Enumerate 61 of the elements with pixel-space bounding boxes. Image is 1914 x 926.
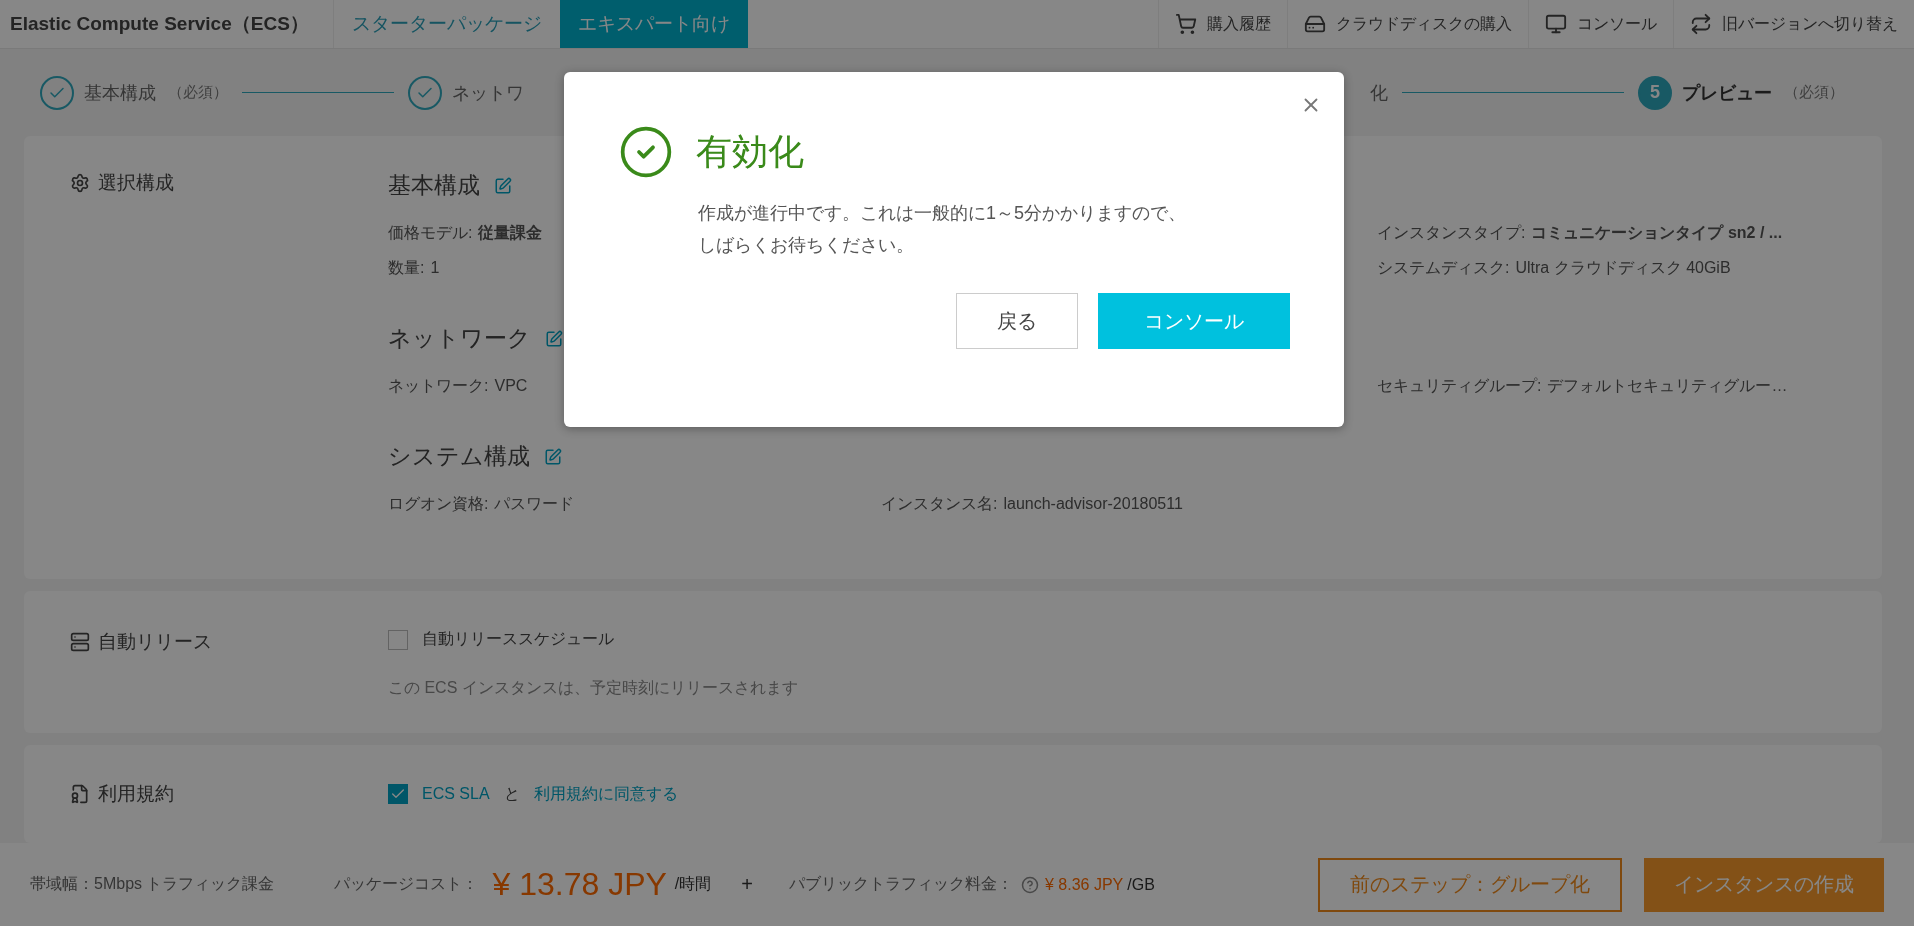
header-link[interactable]: 購入履歴 [1158,0,1287,48]
joiner-text: と [503,783,520,804]
traffic-cost-label: パブリックトラフィック料金： [788,874,1013,894]
card-label: 自動リリース [98,630,212,654]
card-label: 利用規約 [98,782,174,806]
create-instance-button[interactable]: インスタンスの作成 [1644,857,1884,912]
config-item: 数量: 1 [388,258,440,278]
checkbox[interactable] [388,629,408,650]
back-button[interactable]: 戻る [956,293,1078,349]
checkbox[interactable] [388,784,408,804]
config-item: インスタンス名: launch-advisor-20180511 [881,494,1183,514]
package-cost-label: パッケージコスト： [334,874,479,894]
dialog-message: 作成が進行中です。これは一般的に1～5分かかりますので、 しばらくお待ちください。 [698,202,1188,257]
step-label: ネットワ [452,81,524,105]
section-title: 基本構成 [388,171,480,200]
step-label: プレビュー [1682,81,1772,105]
config-item: システムディスク: Ultra クラウドディスク 40GiB [1377,258,1731,278]
step-note: （必須） [168,83,228,102]
price-unit: /時間 [674,874,712,894]
tab[interactable]: スターターパッケージ [333,0,560,48]
swap-icon [1690,13,1712,35]
header-link[interactable]: コンソール [1528,0,1673,48]
step-label: 化 [1370,81,1388,105]
help-icon[interactable] [1020,875,1039,894]
section-title: ネットワーク [388,324,531,353]
bandwidth-text: 帯域幅：5Mbps トラフィック課金 [30,874,275,894]
app-title: Elastic Compute Service（ECS） [0,0,334,48]
step-note: （必須） [1784,83,1844,102]
terms-link[interactable]: 利用規約に同意する [533,783,678,805]
checkbox-label: 自動リリーススケジュール [422,629,614,649]
cart-icon [1175,13,1197,35]
step-number: 5 [1638,75,1672,110]
traffic-price: ¥ 8.36 JPY [1044,875,1124,894]
edit-icon[interactable] [494,176,512,195]
config-item: ネットワーク: VPC [388,376,528,396]
success-icon [618,124,674,180]
package-price: ¥ 13.78 JPY [492,866,667,903]
config-item: インスタンスタイプ: コミュニケーションタイプ sn2 / ... [1377,223,1783,243]
console-button[interactable]: コンソール [1098,293,1290,349]
step-label: 基本構成 [84,81,156,105]
header-link[interactable]: クラウドディスクの購入 [1287,0,1528,48]
sla-link[interactable]: ECS SLA [422,785,490,803]
edit-icon[interactable] [544,447,562,466]
card-label: 選択構成 [98,171,174,195]
tab[interactable]: エキスパート向け [559,0,748,48]
hint-text: この ECS インスタンスは、予定時刻にリリースされます [388,678,799,698]
plus-sign: + [741,873,753,896]
monitor-icon [1545,13,1567,35]
server-icon [70,632,90,652]
section-title: システム構成 [388,442,530,471]
config-item: ログオン資格: パスワード [388,494,575,514]
settings-icon [70,173,90,193]
header-link[interactable]: 旧バージョンへ切り替え [1673,0,1914,48]
previous-step-button[interactable]: 前のステップ：グループ化 [1318,857,1622,912]
price-unit: /GB [1127,875,1155,894]
document-badge-icon [70,784,90,804]
config-item: セキュリティグループ: デフォルトセキュリティグルー… [1377,376,1788,396]
edit-icon[interactable] [545,329,563,348]
config-item: 価格モデル: 従量課金 [388,223,543,243]
dialog-title: 有効化 [696,129,804,174]
drive-icon [1304,13,1326,35]
